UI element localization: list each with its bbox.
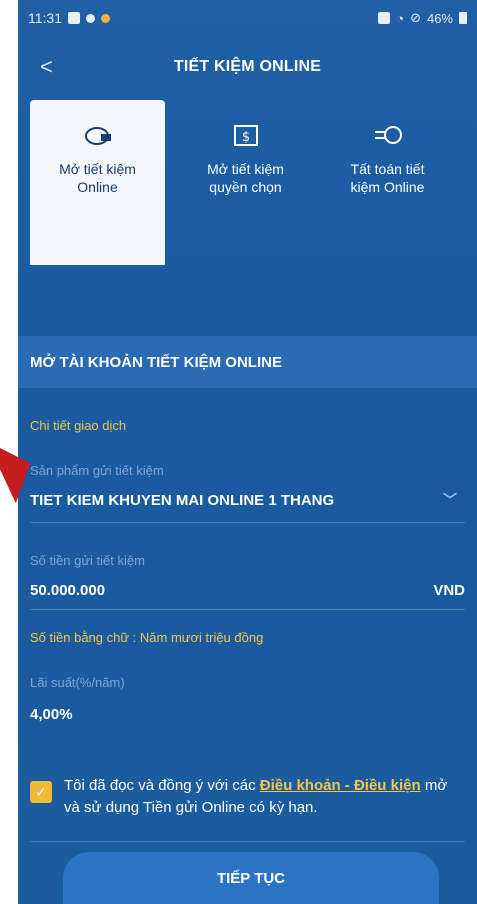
tab-open-option-savings[interactable]: $ Mở tiết kiệm quyền chọn [178, 100, 313, 265]
section-title: MỞ TÀI KHOẢN TIẾT KIỆM ONLINE [18, 336, 477, 388]
gallery-icon [68, 12, 80, 24]
wifi-icon: ◔ [396, 10, 405, 26]
app-header: < TIẾT KIỆM ONLINE [18, 36, 477, 98]
tab-label: Tất toán tiết [350, 161, 425, 177]
coin-transfer-icon [372, 122, 404, 148]
dollar-calendar-icon: $ [230, 122, 262, 148]
tab-label: kiệm Online [350, 179, 425, 195]
savings-form: Chi tiết giao dịch Sản phẩm gửi tiết kiệ… [18, 418, 477, 842]
rate-label: Lãi suất(%/năm) [30, 675, 125, 690]
amount-label: Số tiền gửi tiết kiệm [30, 553, 145, 568]
continue-button[interactable]: TIẾP TỤC [63, 852, 439, 904]
agreement-text: Tôi đã đọc và đồng ý với các Điều khoản … [64, 777, 448, 816]
tab-settle-online-savings[interactable]: Tất toán tiết kiệm Online [320, 100, 455, 265]
product-value: TIET KIEM KHUYEN MAI ONLINE 1 THANG [30, 491, 335, 509]
piggy-bank-icon [82, 122, 114, 148]
tab-bar: Mở tiết kiệm Online $ Mở tiết kiệm quyền… [18, 98, 477, 268]
rate-value: 4,00% [30, 706, 73, 723]
amount-in-words: Số tiền bằng chữ : Năm mươi triệu đồng [30, 630, 264, 645]
currency-label: VND [433, 582, 465, 599]
agreement-row: ✓ Tôi đã đọc và đồng ý với các Điều khoả… [30, 775, 465, 819]
divider [30, 841, 465, 842]
amount-value: 50.000.000 [30, 582, 106, 599]
status-battery: 46% [426, 10, 453, 26]
tab-label: quyền chọn [209, 179, 282, 195]
phone-screen: 11:31 ◔ ⊘ 46% < TIẾT KIỆM ONLINE Mở tiết… [18, 0, 477, 904]
chevron-down-icon: ﹀ [443, 492, 457, 508]
signal-icon: ⊘ [410, 10, 421, 25]
svg-text:$: $ [241, 130, 249, 145]
app-notification-icon [101, 13, 110, 23]
notification-dot-icon [86, 13, 95, 23]
amount-input[interactable]: 50.000.000 VND [30, 582, 465, 610]
product-select[interactable]: TIET KIEM KHUYEN MAI ONLINE 1 THANG ﹀ [30, 490, 465, 523]
page-title: TIẾT KIỆM ONLINE [173, 58, 322, 75]
terms-link[interactable]: Điều khoản - Điều kiện [260, 777, 421, 794]
back-icon[interactable]: < [40, 54, 53, 80]
nfc-icon [378, 12, 391, 24]
detail-heading: Chi tiết giao dịch [30, 418, 127, 433]
agreement-checkbox[interactable]: ✓ [30, 781, 52, 803]
tab-label: Online [77, 179, 118, 195]
product-label: Sản phẩm gửi tiết kiệm [30, 463, 164, 478]
tab-open-online-savings[interactable]: Mở tiết kiệm Online [30, 100, 165, 265]
tab-label: Mở tiết kiệm [59, 161, 136, 177]
battery-icon [459, 12, 467, 24]
tab-label: Mở tiết kiệm [207, 161, 284, 177]
status-bar: 11:31 ◔ ⊘ 46% [18, 0, 477, 36]
status-time: 11:31 [28, 10, 62, 26]
